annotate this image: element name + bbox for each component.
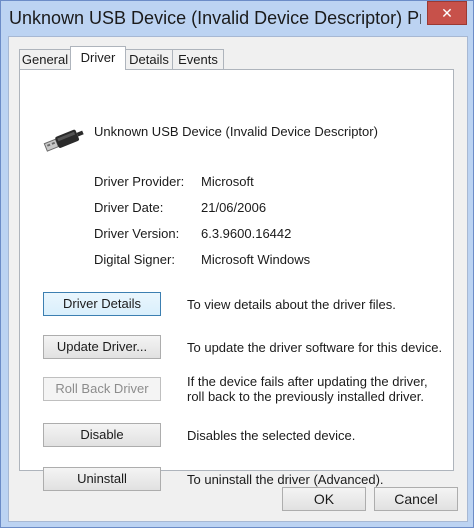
driver-version-value: 6.3.9600.16442 xyxy=(201,226,292,241)
properties-window: Unknown USB Device (Invalid Device Descr… xyxy=(0,0,474,528)
window-title: Unknown USB Device (Invalid Device Descr… xyxy=(9,8,421,28)
driver-details-description: To view details about the driver files. xyxy=(187,297,396,312)
driver-provider-label: Driver Provider: xyxy=(94,174,185,189)
roll-back-driver-description: If the device fails after updating the d… xyxy=(187,374,428,404)
close-icon: ✕ xyxy=(441,5,453,21)
driver-provider-value: Microsoft xyxy=(201,174,254,189)
uninstall-button[interactable]: Uninstall xyxy=(43,467,161,491)
close-button[interactable]: ✕ xyxy=(427,1,467,25)
digital-signer-label: Digital Signer: xyxy=(94,252,175,267)
ok-button[interactable]: OK xyxy=(282,487,366,511)
cancel-button[interactable]: Cancel xyxy=(374,487,458,511)
title-bar[interactable]: Unknown USB Device (Invalid Device Descr… xyxy=(1,1,473,35)
tab-details[interactable]: Details xyxy=(125,49,173,69)
update-driver-button[interactable]: Update Driver... xyxy=(43,335,161,359)
usb-plug-icon xyxy=(43,129,84,152)
uninstall-description: To uninstall the driver (Advanced). xyxy=(187,472,384,487)
update-driver-description: To update the driver software for this d… xyxy=(187,340,443,355)
driver-date-label: Driver Date: xyxy=(94,200,164,215)
disable-description: Disables the selected device. xyxy=(187,428,356,443)
digital-signer-value: Microsoft Windows xyxy=(201,252,311,267)
disable-button[interactable]: Disable xyxy=(43,423,161,447)
driver-version-label: Driver Version: xyxy=(94,226,180,241)
dialog-body: General Driver Details Events Unknown US… xyxy=(8,36,468,522)
roll-back-driver-button[interactable]: Roll Back Driver xyxy=(43,377,161,401)
device-name: Unknown USB Device (Invalid Device Descr… xyxy=(94,124,378,139)
tab-events[interactable]: Events xyxy=(172,49,224,69)
driver-details-button[interactable]: Driver Details xyxy=(43,292,161,316)
tab-general[interactable]: General xyxy=(19,49,71,69)
tab-driver[interactable]: Driver xyxy=(70,46,126,70)
driver-panel: Unknown USB Device (Invalid Device Descr… xyxy=(19,69,454,491)
driver-date-value: 21/06/2006 xyxy=(201,200,267,215)
